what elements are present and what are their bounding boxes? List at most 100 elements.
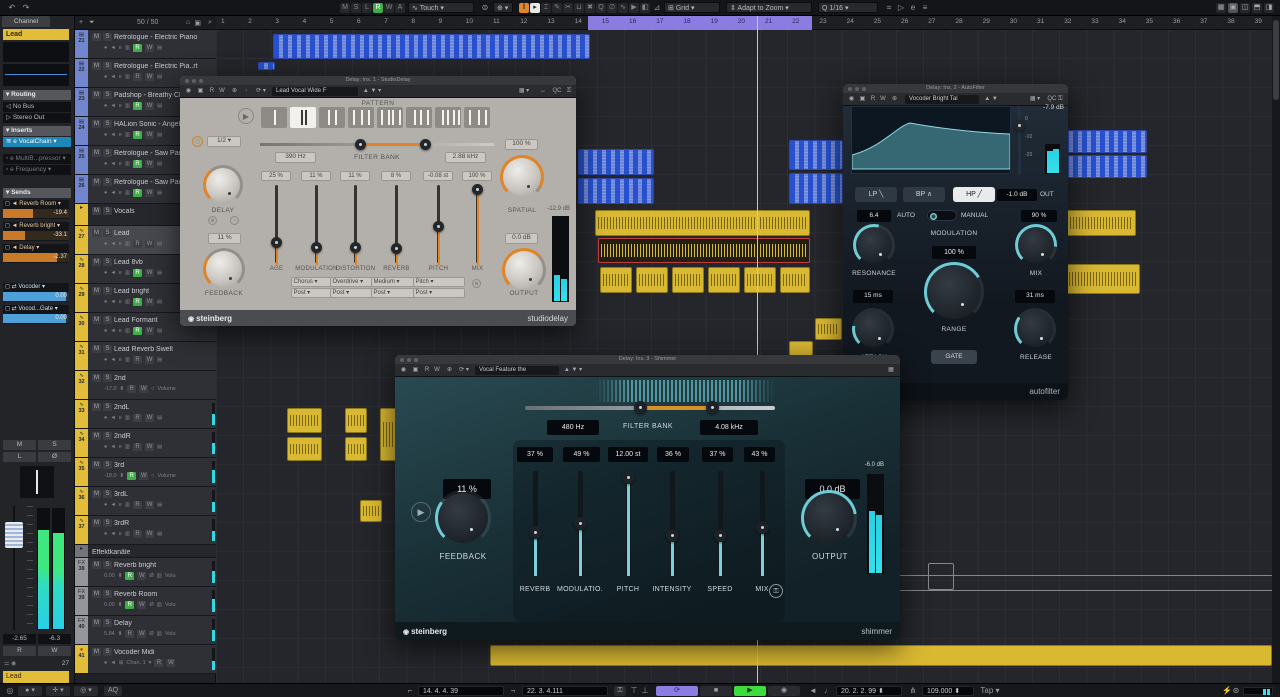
filterbank-high-handle[interactable] [706,401,719,414]
filter-high-value[interactable]: 2.88 kHz [445,152,486,163]
write-automation-button[interactable]: W [166,658,176,667]
activate-icon[interactable]: ◉ [184,87,193,96]
routing-icon[interactable]: ▦ ▾ [514,87,534,96]
edit-channel-icon[interactable]: e [119,299,122,305]
mute-button[interactable]: M [92,207,101,215]
write-automation-button[interactable]: W [145,297,155,306]
camera-icon[interactable]: ⌂ [186,19,190,26]
insert-slot-vocalchain[interactable]: ≋ e VocalChain ▾ [3,137,71,147]
track-color-strip[interactable]: ∿ 28 [75,255,88,283]
bypass-icon[interactable]: ▣ [196,87,205,96]
track-color-strip[interactable]: ▤ 22 [75,59,88,87]
channel-eq-display[interactable] [3,64,69,86]
record-enable-icon[interactable]: ● [104,190,107,196]
midi-region[interactable] [789,140,843,170]
automation-button-a[interactable]: A [395,3,405,13]
audio-region[interactable] [789,341,813,356]
read-automation-button[interactable]: R [133,355,143,364]
freeze-icon[interactable]: ▤ [157,357,162,363]
record-enable-icon[interactable]: ● [104,444,107,450]
insert-state-icon[interactable]: ▥ [125,299,130,305]
mute-button[interactable]: M [92,345,101,353]
freeze-icon[interactable]: ▤ [157,103,162,109]
zone-toggle-1[interactable]: ▣ [1228,3,1238,13]
output-bus-row[interactable]: ▷ Stereo Out [3,113,71,123]
pattern-cell-5[interactable] [377,107,403,128]
write-automation-button[interactable]: W [145,188,155,197]
write-automation-button[interactable]: W [139,471,149,480]
track-row-35[interactable]: ∿ 35 M S 3rd -18.0 ⬍ R W ○ Volume [75,458,216,487]
qc-label[interactable]: QC ⚿ [1045,95,1065,104]
freeze-icon[interactable]: ▤ [157,74,162,80]
read-automation-button[interactable]: R [133,188,143,197]
monitor-icon[interactable]: ◄ [110,161,115,167]
preset-field[interactable]: Lead Vocal Wide F [272,87,358,96]
pattern-cell-7[interactable] [435,107,461,128]
solo-button[interactable]: S [103,258,112,266]
fader-value[interactable]: -2.65 [3,634,36,644]
tool-button-1[interactable]: ⌶ [541,3,551,13]
monitor-icon[interactable]: ◄ [110,103,115,109]
freeze-icon[interactable]: ▤ [157,241,162,247]
monitor-icon[interactable]: ◄ [110,328,115,334]
audio-region[interactable] [780,267,810,293]
track-color-strip[interactable]: ▤ 24 [75,117,88,145]
mute-button[interactable]: M [92,316,101,324]
tool-button-8[interactable]: ∿ [618,3,628,13]
insert-slot-dimmed-1[interactable]: ▫ e MultiB...pressor ▾ [3,154,71,164]
switch-ab-icon[interactable]: ⊕ [445,366,454,375]
channel-dropdown-icon[interactable]: ▾ [149,660,152,666]
aq-button[interactable]: AQ [104,686,122,696]
track-presets-icon[interactable]: ▣ [194,19,201,27]
mute-button[interactable]: M [92,258,101,266]
track-row-32[interactable]: ∿ 32 M S 2nd -17.0 ⬍ R W ○ Volume [75,371,216,400]
audio-region[interactable] [345,408,367,433]
slider-value-reverb[interactable]: 37 % [517,447,553,462]
shimmer-window[interactable]: Delay: Ins. 3 - Shimmer ◉ ▣ R W ⊕ ⟳ ▾ Vo… [395,355,900,640]
level-slider-track[interactable] [1018,106,1021,174]
record-enable-icon[interactable]: ● [104,660,107,666]
release-knob[interactable] [1014,308,1056,350]
track-color-strip[interactable]: ▤ 21 [75,30,88,58]
read-automation-button[interactable]: R [133,159,143,168]
mode-select-pitch[interactable]: Pitch ▾ [412,277,465,287]
filter-high-value[interactable]: 4.08 kHz [700,420,758,435]
freeze-icon[interactable]: ▤ [157,328,162,334]
stop-button[interactable]: ■ [700,686,732,696]
automation-button-w[interactable]: W [384,3,394,13]
snap-type-select[interactable]: ⊞ Grid ▾ [664,2,720,13]
mute-button[interactable]: M [92,561,101,569]
channel-mute-button[interactable]: M [3,440,36,450]
solo-button[interactable]: S [103,207,112,215]
undo-icon[interactable]: ↶ [6,2,18,13]
filter-type-button-lp[interactable]: LP ╲ [855,187,897,202]
midi-region[interactable] [789,173,843,204]
read-automation-button[interactable]: R [133,297,143,306]
sidechain-icon[interactable]: ↔ [538,87,548,96]
position-value[interactable]: 22. 3. 4.111 [522,686,608,696]
track-color-strip[interactable]: FX 38 [75,558,88,586]
slider-handle-modulation[interactable] [311,241,322,253]
attack-knob[interactable] [852,308,894,350]
mix-value[interactable]: 90 % [1021,210,1057,222]
filter-type-button-bp[interactable]: BP ∧ [903,187,945,202]
freeze-icon[interactable]: ▤ [157,299,162,305]
insert-state-icon[interactable]: ▥ [125,502,130,508]
edit-channel-icon[interactable]: e [119,161,122,167]
solo-button[interactable]: S [103,403,112,411]
solo-button[interactable]: S [103,374,112,382]
mix-knob[interactable] [1015,224,1057,266]
edit-channel-icon[interactable]: e [119,103,122,109]
audio-region[interactable] [287,437,322,461]
read-automation-button[interactable]: R [154,658,164,667]
autofilter-titlebar[interactable]: Delay: Ins. 2 - AutoFilter [843,84,1068,93]
delay-sync-icon[interactable]: ◔ [230,216,239,225]
write-automation-button[interactable]: W [145,529,155,538]
send-level-bar[interactable]: -19.4 [3,209,69,218]
slider-handle-5[interactable] [755,521,769,535]
punch-position-value[interactable]: 20. 2. 2. 99 ⬍ [836,686,902,696]
fader-handle[interactable] [5,522,23,548]
mute-button[interactable]: M [92,62,101,70]
solo-button[interactable]: S [103,287,112,295]
insert-state-icon[interactable]: ▥ [125,357,130,363]
